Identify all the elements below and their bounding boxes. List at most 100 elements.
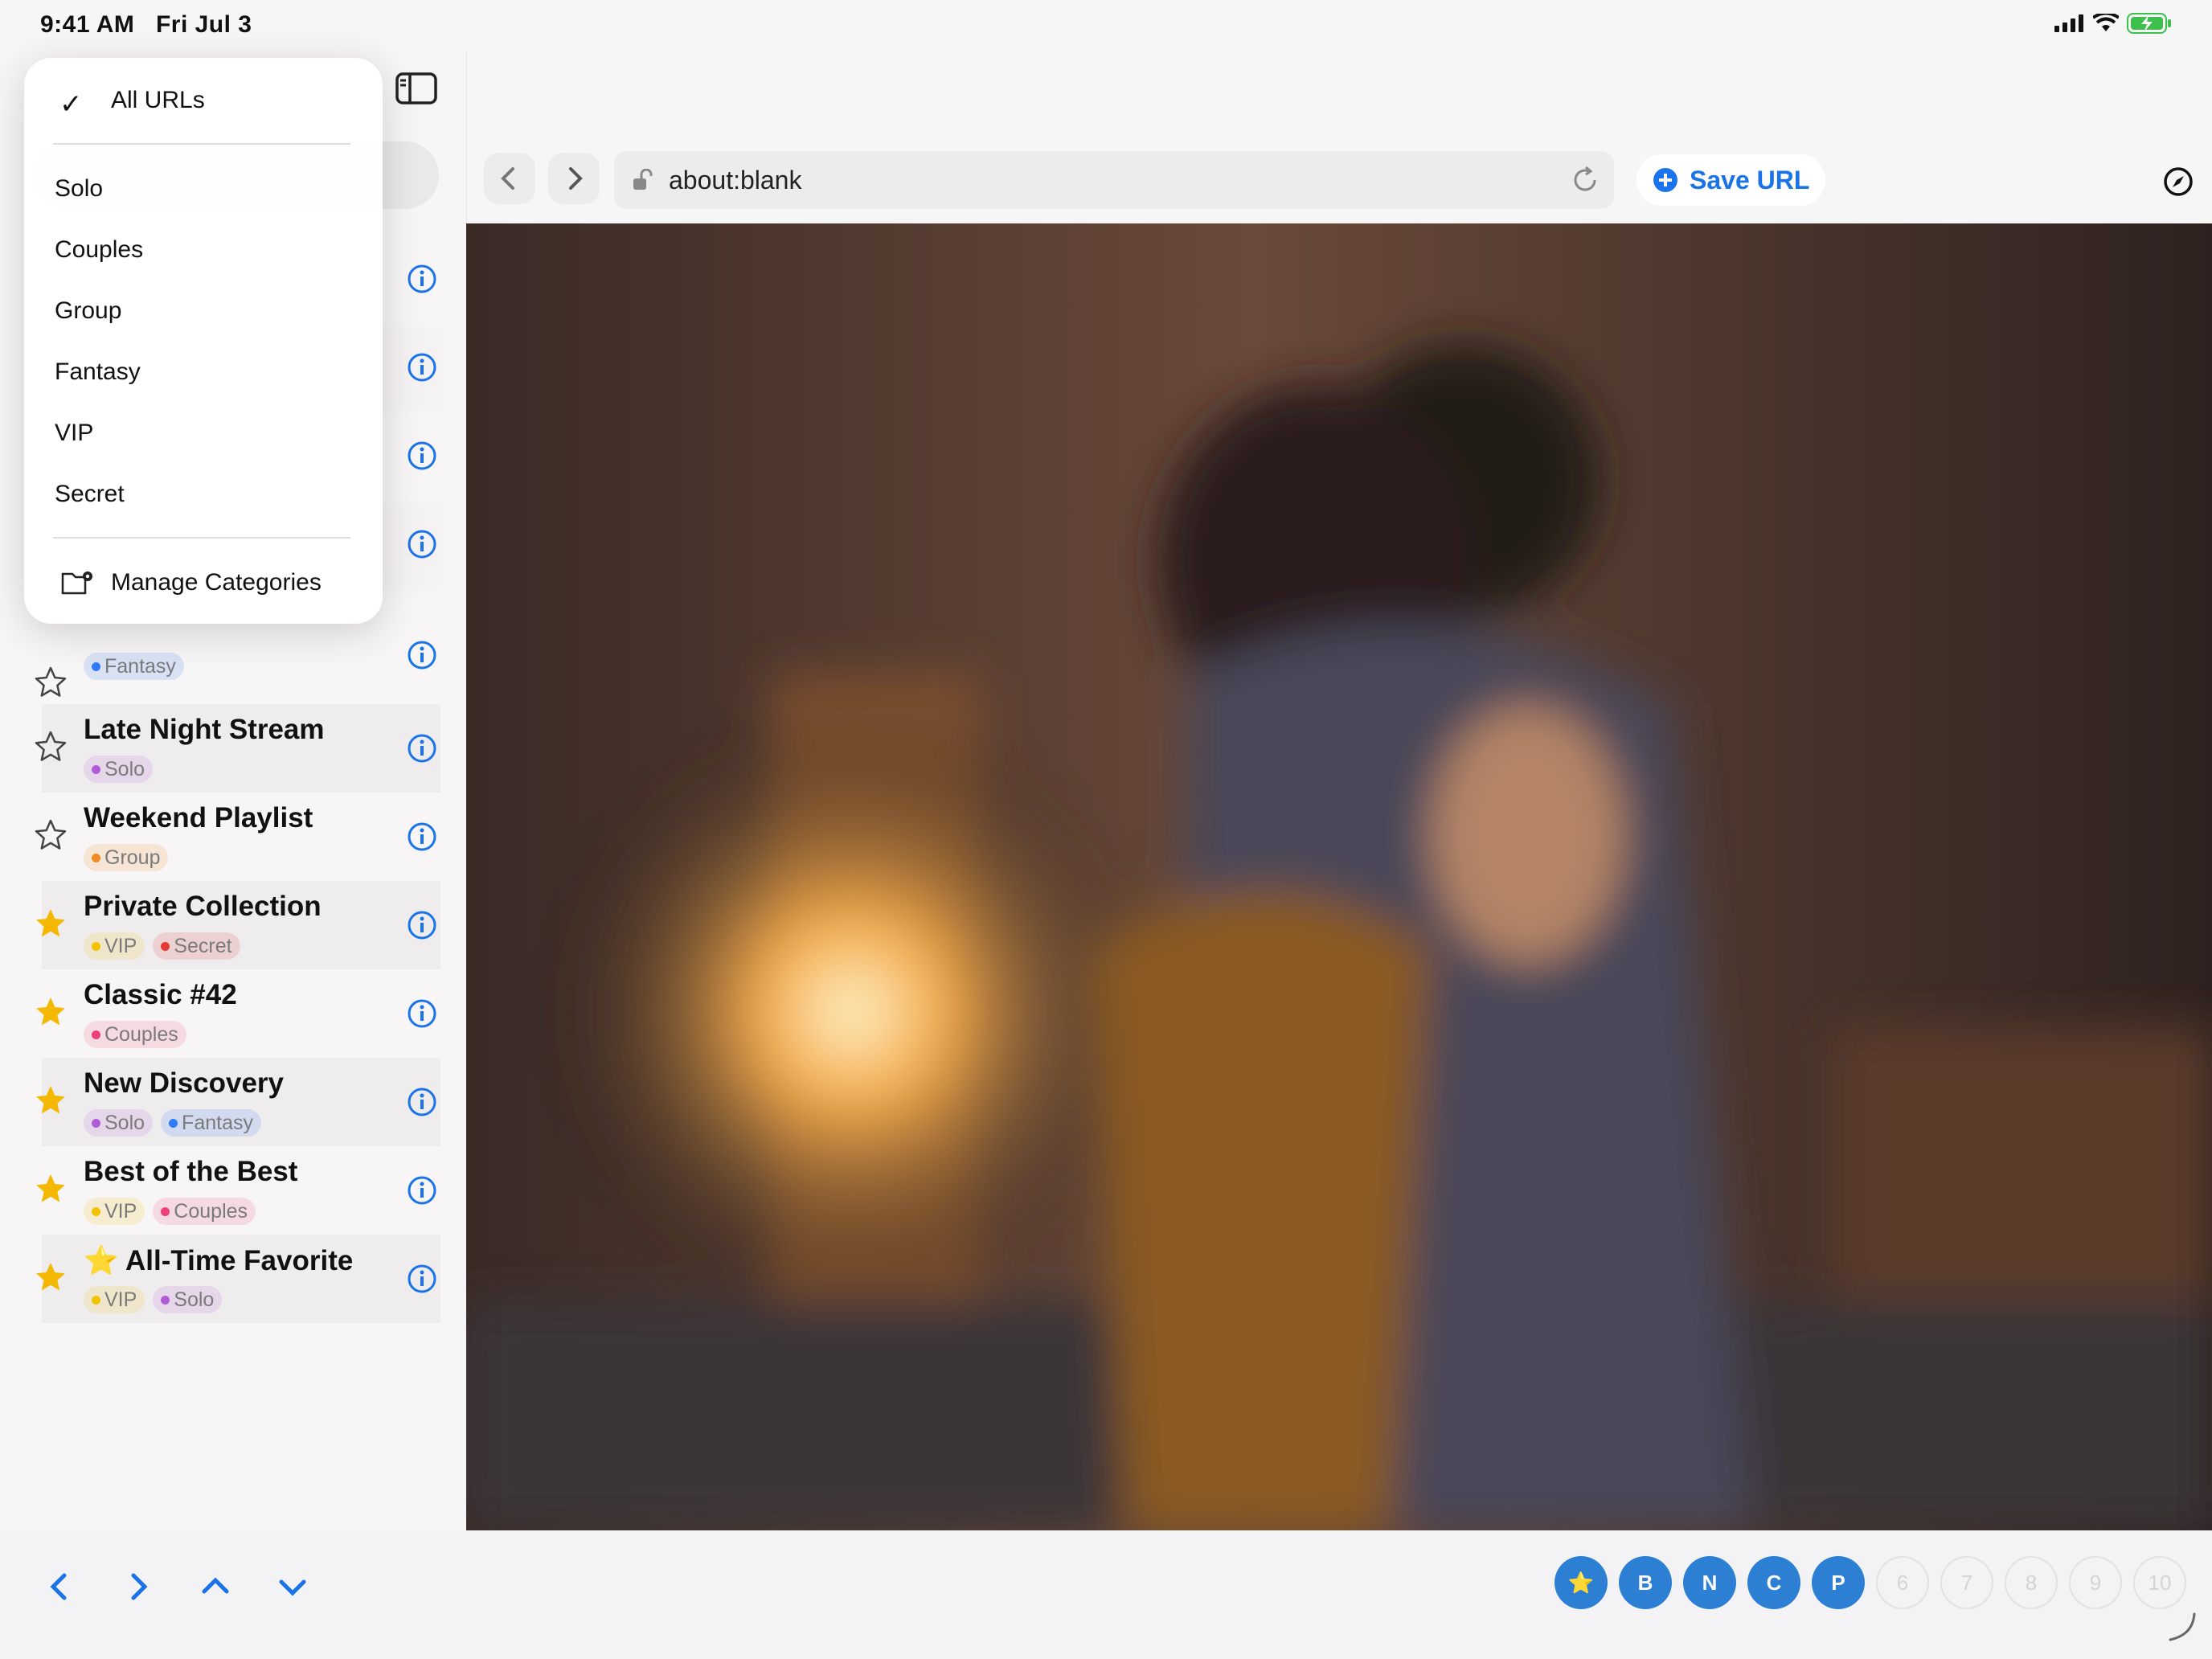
shortcut-button[interactable]: ⭐	[1555, 1556, 1608, 1609]
star-outline-icon[interactable]	[34, 818, 68, 852]
shortcut-button-empty[interactable]: 6	[1876, 1556, 1929, 1609]
blurred-photo	[466, 223, 2212, 1530]
tag-label: Solo	[174, 1288, 215, 1311]
menu-divider	[53, 537, 350, 539]
shortcut-button-empty[interactable]: 9	[2069, 1556, 2122, 1609]
menu-item-group[interactable]: Group	[55, 297, 121, 325]
info-icon[interactable]	[407, 910, 437, 940]
resize-handle-icon[interactable]	[2165, 1611, 2198, 1643]
info-icon[interactable]	[407, 1175, 437, 1206]
tag-group: Couples	[84, 1021, 186, 1048]
battery-charging-icon	[2127, 13, 2171, 34]
list-item[interactable]: Fantasy	[35, 640, 440, 704]
info-icon[interactable]	[407, 352, 437, 383]
tag-group: Fantasy	[84, 653, 184, 680]
shortcut-button[interactable]: B	[1619, 1556, 1672, 1609]
status-time-text: 9:41 AM	[40, 11, 135, 38]
chevron-up-icon[interactable]	[191, 1563, 240, 1611]
bottom-toolbar: ⭐ B N C P 6 7 8 9 10	[0, 1530, 2212, 1659]
menu-item-fantasy[interactable]: Fantasy	[55, 358, 141, 386]
tag-label: Secret	[174, 934, 232, 957]
chevron-left-icon	[501, 167, 514, 190]
info-icon[interactable]	[407, 1087, 437, 1117]
info-icon[interactable]	[407, 264, 437, 294]
chevron-down-icon[interactable]	[268, 1563, 317, 1611]
save-url-label: Save URL	[1690, 165, 1810, 195]
shortcut-button-empty[interactable]: 8	[2005, 1556, 2058, 1609]
tag-label: Solo	[104, 757, 145, 780]
star-filled-icon[interactable]	[34, 1083, 68, 1117]
info-icon[interactable]	[407, 733, 437, 764]
tag-dot	[92, 1206, 100, 1216]
star-filled-icon[interactable]	[34, 1260, 68, 1294]
menu-divider	[53, 143, 350, 145]
shortcut-button-empty[interactable]: 10	[2133, 1556, 2186, 1609]
info-icon[interactable]	[407, 529, 437, 559]
tag-label: Couples	[104, 1022, 178, 1046]
info-icon[interactable]	[407, 1264, 437, 1294]
menu-item-solo[interactable]: Solo	[55, 175, 103, 203]
menu-item-manage-categories[interactable]: Manage Categories	[111, 569, 322, 596]
menu-item-couples[interactable]: Couples	[55, 236, 143, 264]
tag-dot	[92, 1118, 100, 1128]
status-bar: 9:41 AM Fri Jul 3	[0, 0, 2212, 51]
tag-label: Couples	[174, 1199, 248, 1223]
tag-label: VIP	[104, 1288, 137, 1311]
tag-dot	[92, 941, 100, 951]
save-url-button[interactable]: Save URL	[1636, 154, 1826, 206]
tag-label: Solo	[104, 1111, 145, 1134]
list-item-title: Late Night Stream	[84, 714, 325, 745]
checkmark-icon: ✓	[59, 89, 83, 120]
tag-label: Fantasy	[104, 654, 176, 678]
list-item[interactable]: Classic #42 Couples	[36, 969, 440, 1058]
shortcut-button-empty[interactable]: 7	[1940, 1556, 1993, 1609]
tag-dot	[92, 853, 100, 862]
star-outline-icon[interactable]	[34, 730, 68, 764]
tag-dot	[92, 662, 100, 671]
info-icon[interactable]	[407, 998, 437, 1029]
chevron-left-icon[interactable]	[35, 1563, 84, 1611]
tag-dot	[161, 1295, 170, 1305]
list-item[interactable]: Late Night Stream Solo	[35, 704, 440, 793]
tag-dot	[92, 1295, 100, 1305]
list-item[interactable]: New Discovery Solo Fantasy	[36, 1058, 440, 1146]
star-filled-icon[interactable]	[34, 995, 68, 1029]
tag-dot	[92, 764, 100, 774]
tag-group: Solo	[84, 756, 154, 783]
category-tag: Solo	[84, 1109, 154, 1137]
compass-icon[interactable]	[2162, 166, 2194, 198]
list-item-title: Best of the Best	[84, 1156, 298, 1187]
info-icon[interactable]	[407, 440, 437, 471]
list-item[interactable]: Best of the Best VIP Couples	[36, 1146, 440, 1235]
back-button[interactable]	[484, 153, 535, 204]
chevron-right-icon[interactable]	[114, 1563, 162, 1611]
info-icon[interactable]	[407, 640, 437, 670]
browser-toolbar: about:blank Save URL	[466, 137, 2212, 225]
shortcut-button[interactable]: N	[1683, 1556, 1736, 1609]
url-field[interactable]: about:blank	[614, 151, 1614, 209]
tag-dot	[92, 1030, 100, 1039]
shortcut-button[interactable]: C	[1747, 1556, 1800, 1609]
forward-button[interactable]	[548, 153, 600, 204]
category-tag: VIP	[84, 932, 145, 960]
list-item[interactable]: ⭐ All-Time Favorite VIP Solo	[36, 1235, 440, 1323]
star-filled-icon[interactable]	[34, 907, 68, 940]
menu-item-secret[interactable]: Secret	[55, 481, 125, 508]
menu-item-all-urls[interactable]: All URLs	[111, 87, 205, 114]
list-item[interactable]: Weekend Playlist Group	[35, 793, 440, 881]
shortcut-button[interactable]: P	[1812, 1556, 1865, 1609]
tag-group: VIP Secret	[84, 932, 240, 960]
category-tag: VIP	[84, 1286, 145, 1313]
tag-label: VIP	[104, 934, 137, 957]
tag-group: Solo Fantasy	[84, 1109, 261, 1137]
menu-item-vip[interactable]: VIP	[55, 420, 93, 447]
info-icon[interactable]	[407, 821, 437, 852]
folder-gear-icon	[61, 571, 92, 595]
star-outline-icon[interactable]	[34, 666, 68, 699]
list-item-title: Classic #42	[84, 979, 237, 1010]
tag-dot	[169, 1118, 178, 1128]
reload-icon[interactable]	[1571, 166, 1600, 195]
star-filled-icon[interactable]	[34, 1172, 68, 1206]
sidebar-toggle-icon[interactable]	[395, 72, 437, 104]
list-item[interactable]: Private Collection VIP Secret	[36, 881, 440, 969]
